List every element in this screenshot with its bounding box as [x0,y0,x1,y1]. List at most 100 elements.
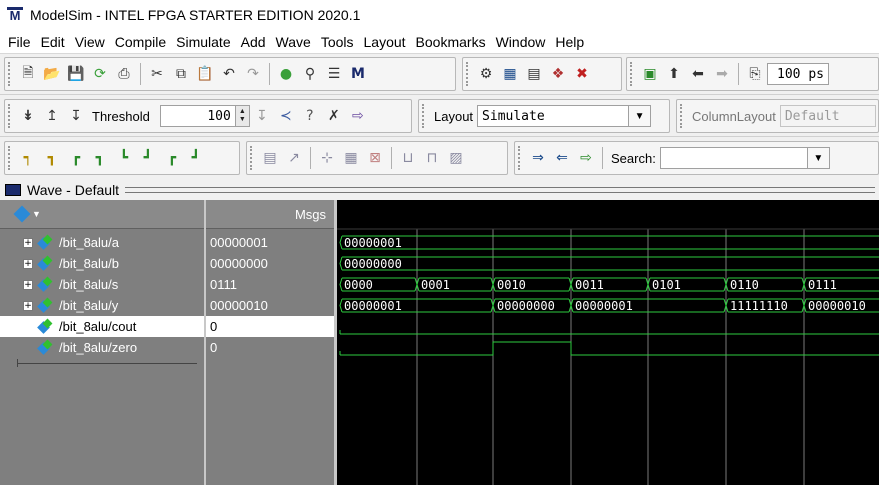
undo-icon[interactable]: ↶ [218,64,240,84]
new-file-icon[interactable]: 🗎 [17,64,39,84]
menu-simulate[interactable]: Simulate [171,34,235,50]
menu-layout[interactable]: Layout [359,34,411,50]
insert-icon[interactable]: ▤ [259,148,281,168]
menu-tools[interactable]: Tools [316,34,359,50]
edge-fall-icon[interactable]: ┓ [41,148,63,168]
next-edge-icon[interactable]: ⇨ [347,106,369,126]
find-next-icon[interactable]: ⇒ [527,148,549,168]
menu-add[interactable]: Add [236,34,271,50]
search-input[interactable] [659,147,808,169]
waveform-pane[interactable]: 00000001 00000000 0000 0001 0010 0011 0101 0110… [337,200,879,485]
open-folder-icon[interactable]: 📂 [41,64,63,84]
menu-edit[interactable]: Edit [36,34,70,50]
signal-names-pane[interactable]: ▼ + /bit_8alu/a + /bit_8alu/b + /bit_8al… [0,200,204,485]
modelsim-icon[interactable]: M [347,64,369,84]
cut-icon[interactable]: ✂ [146,64,168,84]
edge-next-icon[interactable]: ┓ [89,148,111,168]
signal-values-pane[interactable]: Msgs 00000001 00000000 0111 00000010 0 0 [206,200,334,485]
menu-wave[interactable]: Wave [271,34,316,50]
find-filter-icon[interactable]: ⇨ [575,148,597,168]
edge-last-icon[interactable]: ┛ [185,148,207,168]
compile-all-icon[interactable]: ▦ [499,64,521,84]
signal-row-y[interactable]: + /bit_8alu/y [0,295,204,316]
zoom-region-icon[interactable]: ▣ [639,64,661,84]
save-icon[interactable]: 💾 [65,64,87,84]
cursor-delete-icon[interactable]: ⊓ [421,148,443,168]
align-up-icon[interactable]: ↥ [41,106,63,126]
arrow-up-icon[interactable]: ⬆ [663,64,685,84]
signal-filter-icon[interactable]: ▼ [13,205,41,223]
menu-bookmarks[interactable]: Bookmarks [411,34,491,50]
find-icon[interactable]: ⚲ [299,64,321,84]
arrow-right-icon[interactable]: ➡ [711,64,733,84]
print-icon[interactable]: ⎙ [113,64,135,84]
chevron-down-icon[interactable]: ▼ [629,105,652,127]
bus-value-label: 00000000 [344,257,402,271]
redo-icon[interactable]: ↷ [242,64,264,84]
expand-icon[interactable]: + [23,258,33,269]
value-row-cout[interactable]: 0 [206,316,334,337]
threshold-spinner[interactable]: ▲ ▼ [235,105,250,127]
menu-compile[interactable]: Compile [110,34,171,50]
menu-help[interactable]: Help [550,34,589,50]
expand-icon[interactable]: + [23,300,33,311]
bus-signal-icon [37,255,53,271]
zero-wave [340,341,879,356]
bus-value-label: 00000001 [344,236,402,250]
value-row-y[interactable]: 00000010 [206,295,334,316]
help-icon[interactable]: ● [275,64,297,84]
x-cursor-icon[interactable]: ✗ [323,106,345,126]
expand-icon[interactable]: + [23,279,33,290]
end-sim-icon[interactable]: ✖ [571,64,593,84]
signal-row-zero[interactable]: /bit_8alu/zero [0,337,204,358]
signal-value: 0111 [210,277,237,292]
value-row-b[interactable]: 00000000 [206,253,334,274]
menu-window[interactable]: Window [491,34,551,50]
cursor-lock-icon[interactable]: ▨ [445,148,467,168]
edge-right-icon[interactable]: ┛ [137,148,159,168]
arrow-left-icon[interactable]: ⬅ [687,64,709,84]
signal-row-b[interactable]: + /bit_8alu/b [0,253,204,274]
zoom-in-icon[interactable]: ⊹ [316,148,338,168]
compile-icon[interactable]: ⚙ [475,64,497,84]
bus-value-label: 00000001 [344,299,402,313]
step-icon[interactable]: ↧ [251,106,273,126]
edge-rise-icon[interactable]: ┑ [17,148,39,168]
edge-prev-icon[interactable]: ┏ [65,148,87,168]
zoom-out-icon[interactable]: ⊠ [364,148,386,168]
collapse-icon[interactable]: ☰ [323,64,345,84]
restart-icon[interactable]: ⎘ [744,64,766,84]
value-row-s[interactable]: 0111 [206,274,334,295]
paste-icon[interactable]: 📋 [194,64,216,84]
column-layout-select[interactable]: Default [779,105,876,127]
signal-row-cout[interactable]: /bit_8alu/cout [0,316,204,337]
branch-icon[interactable]: ≺ [275,106,297,126]
question-icon[interactable]: ? [299,106,321,126]
zoom-fit-icon[interactable]: ▦ [340,148,362,168]
break-icon[interactable]: ❖ [547,64,569,84]
align-down-icon[interactable]: ↧ [65,106,87,126]
layout-select[interactable]: Simulate [477,105,630,127]
simulate-icon[interactable]: ▤ [523,64,545,84]
menu-file[interactable]: File [3,34,36,50]
search-dropdown-icon[interactable]: ▼ [807,147,830,169]
title-bar: M ModelSim - INTEL FPGA STARTER EDITION … [0,0,879,30]
edge-first-icon[interactable]: ┏ [161,148,183,168]
edge-left-icon[interactable]: ┗ [113,148,135,168]
bookmark-icon[interactable]: ↗ [283,148,305,168]
threshold-input[interactable]: 100 [159,105,236,127]
run-length-input[interactable]: 100 ps [767,63,829,85]
signal-row-s[interactable]: + /bit_8alu/s [0,274,204,295]
signal-row-a[interactable]: + /bit_8alu/a [0,232,204,253]
reload-icon[interactable]: ⟳ [89,64,111,84]
signal-value: 0 [210,340,218,355]
copy-icon[interactable]: ⧉ [170,64,192,84]
find-prev-icon[interactable]: ⇐ [551,148,573,168]
value-row-a[interactable]: 00000001 [206,232,334,253]
align-bottom-icon[interactable]: ↡ [17,106,39,126]
menu-view[interactable]: View [70,34,110,50]
expand-icon[interactable]: + [23,237,33,248]
value-row-zero[interactable]: 0 [206,337,334,358]
waveform-canvas[interactable]: 00000001000000000000 0001 0010 0011 0101 0110… [337,200,879,485]
cursor-add-icon[interactable]: ⊔ [397,148,419,168]
